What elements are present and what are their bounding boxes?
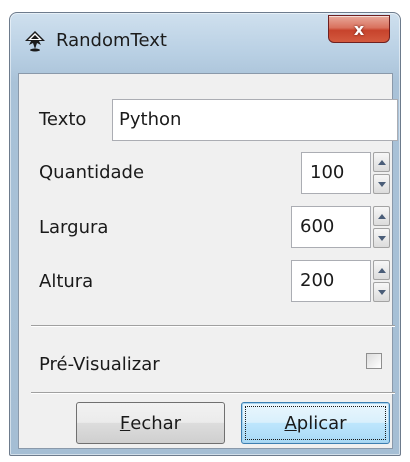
- texto-input[interactable]: Python: [112, 99, 398, 141]
- arrow-down-icon: [377, 289, 386, 295]
- window-title: RandomText: [56, 30, 167, 51]
- quantidade-decrement-button[interactable]: [373, 174, 390, 194]
- arrow-up-icon: [377, 267, 386, 273]
- inkscape-icon: [24, 30, 46, 52]
- arrow-down-icon: [377, 235, 386, 241]
- fechar-mnemonic: F: [119, 412, 131, 434]
- altura-increment-button[interactable]: [373, 260, 390, 280]
- largura-spin-buttons: [373, 206, 390, 248]
- close-button[interactable]: x: [328, 15, 390, 43]
- altura-spin-buttons: [373, 260, 390, 302]
- title-bar[interactable]: RandomText x: [10, 13, 400, 73]
- aplicar-label: plicar: [296, 412, 347, 434]
- separator: [31, 392, 395, 394]
- fechar-button[interactable]: Fechar: [76, 402, 225, 444]
- altura-field[interactable]: 200: [291, 260, 371, 302]
- altura-label: Altura: [39, 271, 94, 292]
- arrow-down-icon: [377, 181, 386, 187]
- aplicar-mnemonic: A: [284, 412, 297, 434]
- dialog-body: Texto Python Quantidade 100 Largura 600 …: [18, 73, 398, 449]
- largura-increment-button[interactable]: [373, 206, 390, 226]
- arrow-up-icon: [377, 159, 386, 165]
- aplicar-button[interactable]: Aplicar: [241, 402, 390, 444]
- texto-label: Texto: [39, 109, 87, 130]
- preview-label: Pré-Visualizar: [39, 354, 160, 375]
- fechar-label: echar: [130, 412, 182, 434]
- quantidade-spin-buttons: [373, 152, 390, 194]
- dialog-window: RandomText x Texto Python Quantidade 100…: [9, 12, 401, 456]
- quantidade-label: Quantidade: [39, 162, 145, 183]
- close-icon: x: [353, 19, 365, 39]
- largura-label: Largura: [39, 217, 109, 238]
- altura-decrement-button[interactable]: [373, 282, 390, 302]
- quantidade-increment-button[interactable]: [373, 152, 390, 172]
- arrow-up-icon: [377, 213, 386, 219]
- separator: [31, 325, 395, 327]
- quantidade-field[interactable]: 100: [301, 152, 371, 194]
- largura-decrement-button[interactable]: [373, 228, 390, 248]
- preview-checkbox[interactable]: [366, 353, 382, 369]
- largura-field[interactable]: 600: [291, 206, 371, 248]
